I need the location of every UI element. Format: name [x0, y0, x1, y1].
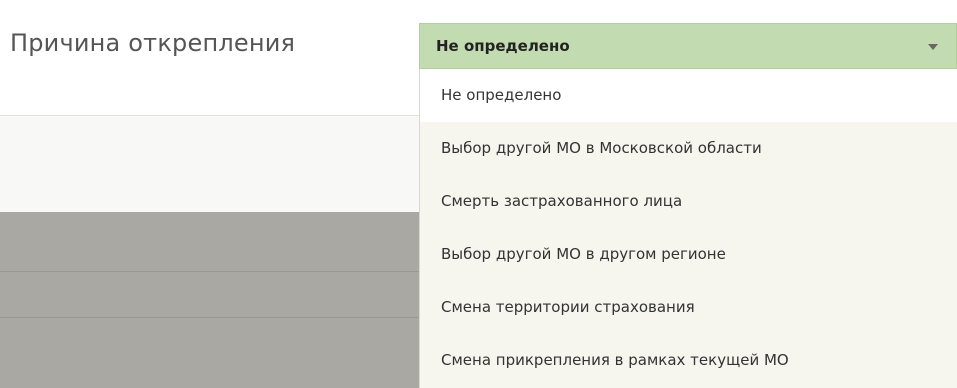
dropdown-option[interactable]: Смена территории страхования — [420, 281, 957, 334]
dropdown-option[interactable]: Выбор другой МО в Московской области — [420, 122, 957, 175]
form-page: Причина открепления Не определено Не опр… — [0, 0, 957, 388]
dropdown-option[interactable]: Смена прикрепления в рамках текущей МО — [420, 334, 957, 387]
detach-reason-select[interactable]: Не определено — [419, 23, 957, 69]
dropdown-option[interactable]: Выбор другой МО в другом регионе — [420, 228, 957, 281]
dropdown-list: Не определено Выбор другой МО в Московск… — [419, 69, 957, 388]
field-label-detach-reason: Причина открепления — [10, 29, 296, 57]
caret-down-icon[interactable] — [928, 44, 938, 50]
dropdown-option[interactable]: Смерть застрахованного лица — [420, 175, 957, 228]
dropdown-option[interactable]: Не определено — [420, 69, 957, 122]
select-value: Не определено — [436, 37, 570, 55]
